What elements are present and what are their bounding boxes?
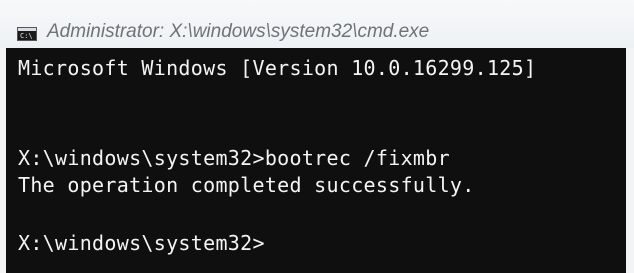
console-area[interactable]: Microsoft Windows [Version 10.0.16299.12…: [6, 48, 626, 273]
cmd-icon: C:\: [17, 27, 37, 41]
window-title: Administrator: X:\windows\system32\cmd.e…: [47, 21, 430, 42]
console-prompt[interactable]: X:\windows\system32>: [18, 231, 265, 255]
console-line-command: X:\windows\system32>bootrec /fixmbr: [18, 146, 450, 170]
cmd-icon-prompt-glyph: C:\: [20, 32, 33, 40]
console-line-version: Microsoft Windows [Version 10.0.16299.12…: [18, 56, 537, 80]
cmd-icon-titlebar: [18, 28, 36, 31]
cmd-window: C:\ Administrator: X:\windows\system32\c…: [0, 0, 634, 273]
console-line-result: The operation completed successfully.: [18, 173, 475, 197]
title-bar[interactable]: C:\ Administrator: X:\windows\system32\c…: [0, 0, 634, 48]
